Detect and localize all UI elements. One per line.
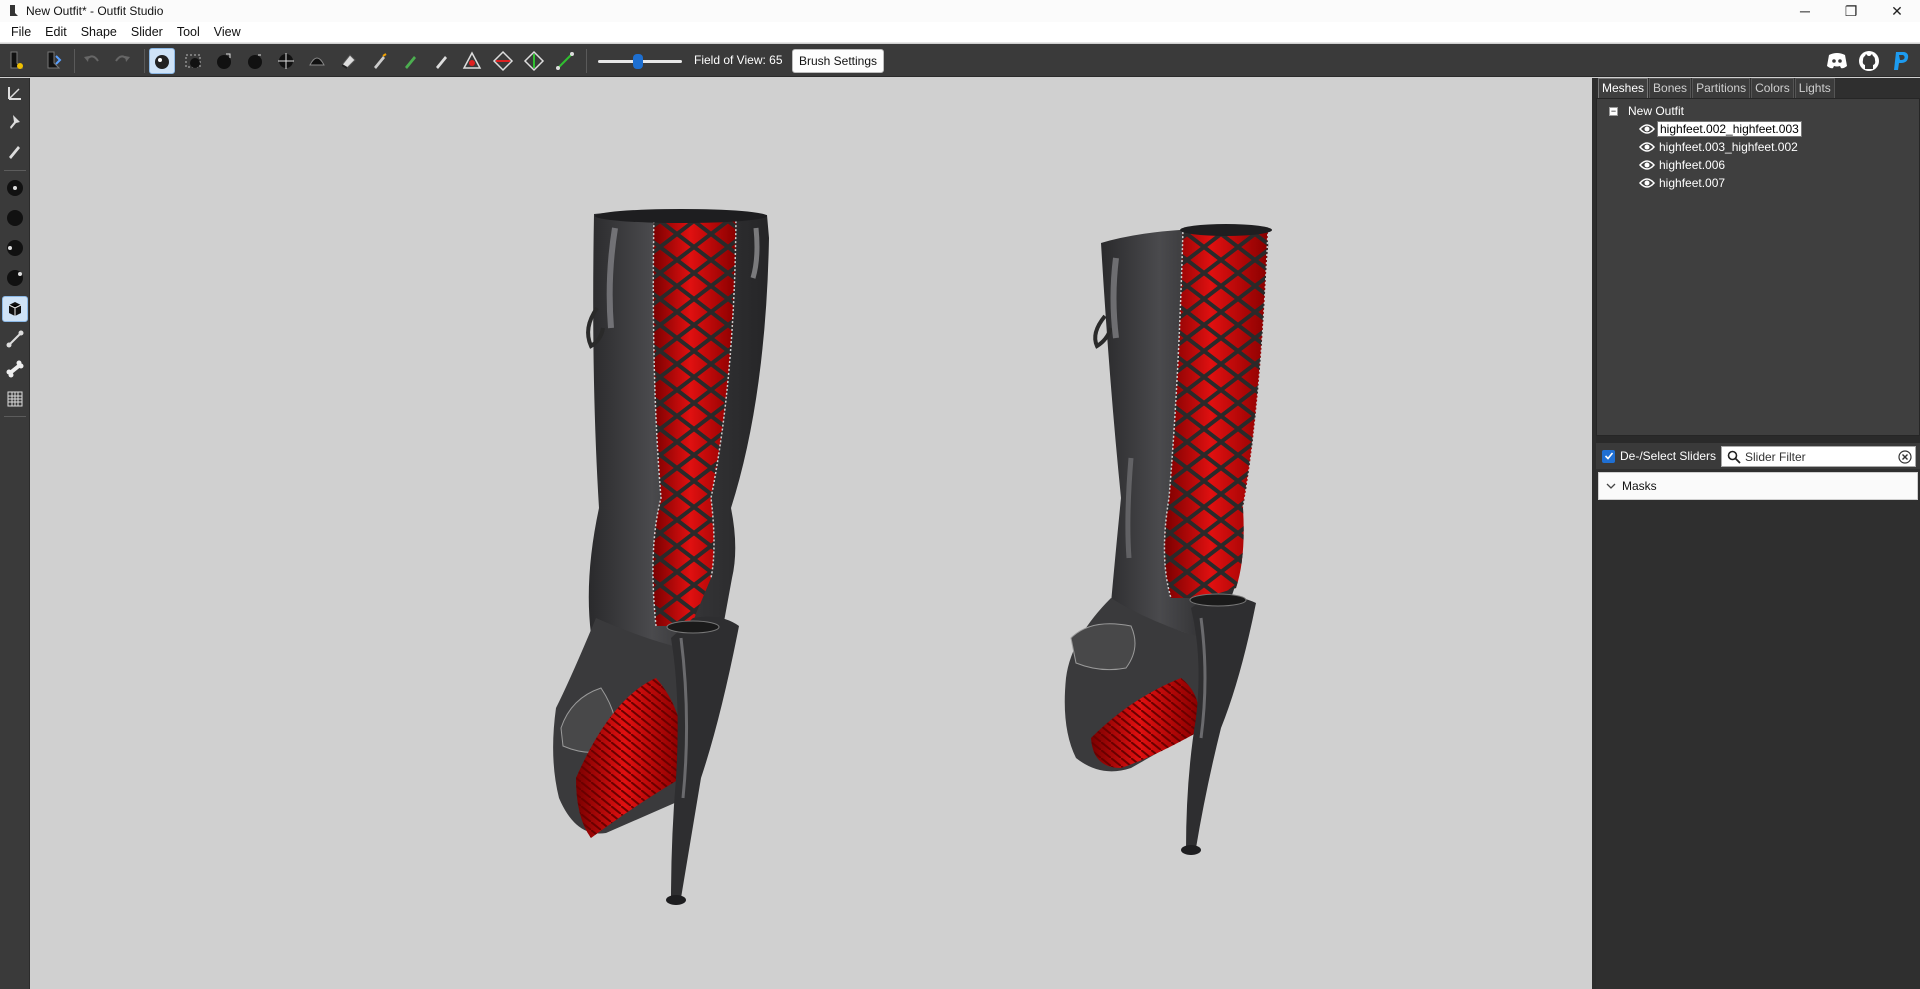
visibility-eye-icon[interactable] xyxy=(1639,123,1655,135)
restore-button[interactable]: ❐ xyxy=(1828,0,1874,22)
menu-view[interactable]: View xyxy=(207,22,248,43)
undiff-brush-icon[interactable] xyxy=(335,48,361,74)
brush-settings-button[interactable]: Brush Settings xyxy=(792,49,884,73)
tab-meshes[interactable]: Meshes xyxy=(1598,78,1649,98)
clear-icon[interactable] xyxy=(1898,450,1912,464)
brush-size-medium-icon[interactable] xyxy=(2,205,28,231)
app-icon xyxy=(10,5,18,16)
load-reference-icon[interactable] xyxy=(40,48,66,74)
fov-slider[interactable] xyxy=(598,54,682,69)
left-boot-model xyxy=(553,209,769,905)
menu-file[interactable]: File xyxy=(4,22,38,43)
discord-icon[interactable] xyxy=(1824,48,1850,74)
panel-splitter[interactable] xyxy=(1596,436,1920,443)
move-vertex-icon[interactable] xyxy=(552,48,578,74)
deflate-brush-icon[interactable] xyxy=(242,48,268,74)
paypal-icon[interactable] xyxy=(1888,48,1914,74)
tab-partitions[interactable]: Partitions xyxy=(1692,78,1751,98)
external-links xyxy=(1824,48,1914,74)
mask-brush-icon[interactable] xyxy=(180,48,206,74)
tree-root-item[interactable]: − New Outfit xyxy=(1609,104,1684,118)
edge-tool-icon[interactable] xyxy=(2,326,28,352)
masks-label: Masks xyxy=(1622,479,1657,493)
close-button[interactable]: ✕ xyxy=(1874,0,1920,22)
mesh-item-label: highfeet.003_highfeet.002 xyxy=(1659,140,1798,154)
split-edge-icon[interactable] xyxy=(521,48,547,74)
smooth-brush-icon[interactable] xyxy=(304,48,330,74)
inflate-brush-icon[interactable] xyxy=(211,48,237,74)
visibility-eye-icon[interactable] xyxy=(1639,141,1655,153)
mesh-item[interactable]: highfeet.006 xyxy=(1639,157,1727,173)
search-icon xyxy=(1727,450,1741,464)
brush-size-small-icon[interactable] xyxy=(2,175,28,201)
brush-mirror-icon[interactable] xyxy=(2,265,28,291)
mesh-item-label: highfeet.006 xyxy=(1659,158,1726,172)
color-brush-icon[interactable] xyxy=(397,48,423,74)
collapse-vertex-icon[interactable] xyxy=(459,48,485,74)
right-panel: Meshes Bones Partitions Colors Lights − … xyxy=(1596,78,1920,989)
grid-tool-icon[interactable] xyxy=(2,386,28,412)
bone-tool-icon[interactable] xyxy=(2,356,28,382)
fov-slider-thumb[interactable] xyxy=(633,54,643,69)
menu-slider[interactable]: Slider xyxy=(124,22,170,43)
mesh-item-label: highfeet.007 xyxy=(1659,176,1726,190)
window-title: New Outfit* - Outfit Studio xyxy=(26,4,164,18)
window-controls: ─ ❐ ✕ xyxy=(1782,0,1920,22)
mesh-item[interactable]: highfeet.007 xyxy=(1639,175,1727,191)
mesh-tree[interactable]: − New Outfit highfeet.002_highfeet.003 h… xyxy=(1596,98,1920,436)
move-brush-icon[interactable] xyxy=(273,48,299,74)
menu-shape[interactable]: Shape xyxy=(74,22,124,43)
weight-brush-icon[interactable] xyxy=(366,48,392,74)
undo-icon[interactable] xyxy=(78,48,104,74)
load-project-icon[interactable] xyxy=(3,48,29,74)
slider-header: De-/Select Sliders xyxy=(1596,443,1920,469)
tab-bones[interactable]: Bones xyxy=(1649,78,1692,98)
panel-tabs: Meshes Bones Partitions Colors Lights xyxy=(1596,78,1920,98)
fov-label: Field of View: 65 xyxy=(694,53,783,67)
mesh-item-label: highfeet.002_highfeet.003 xyxy=(1657,121,1802,137)
main-toolbar: Field of View: 65 Brush Settings xyxy=(0,44,1920,77)
pivot-tool-icon[interactable] xyxy=(2,109,28,135)
tree-root-label: New Outfit xyxy=(1628,104,1685,118)
redo-icon[interactable] xyxy=(110,48,136,74)
deselect-sliders-label: De-/Select Sliders xyxy=(1620,449,1717,463)
mesh-item[interactable]: highfeet.002_highfeet.003 xyxy=(1639,121,1802,137)
mesh-item[interactable]: highfeet.003_highfeet.002 xyxy=(1639,139,1800,155)
transform-tool-icon[interactable] xyxy=(2,80,28,106)
menu-tool[interactable]: Tool xyxy=(170,22,207,43)
slider-filter-box[interactable] xyxy=(1721,446,1916,467)
flip-edge-icon[interactable] xyxy=(490,48,516,74)
deselect-sliders-toggle[interactable]: De-/Select Sliders xyxy=(1602,449,1716,463)
slider-filter-input[interactable] xyxy=(1745,449,1890,464)
masks-section[interactable]: Masks xyxy=(1598,472,1918,500)
alpha-brush-icon[interactable] xyxy=(428,48,454,74)
3d-viewport[interactable] xyxy=(31,78,1592,989)
right-boot-model xyxy=(1064,224,1272,855)
visibility-eye-icon[interactable] xyxy=(1639,177,1655,189)
title-bar: New Outfit* - Outfit Studio ─ ❐ ✕ xyxy=(0,0,1920,22)
tab-lights[interactable]: Lights xyxy=(1794,78,1835,98)
viewport-scene xyxy=(553,209,1272,905)
select-brush-icon[interactable] xyxy=(149,48,175,74)
menu-edit[interactable]: Edit xyxy=(38,22,74,43)
mesh-view-icon[interactable] xyxy=(2,296,28,322)
collapse-icon[interactable]: − xyxy=(1609,106,1618,116)
github-icon[interactable] xyxy=(1856,48,1882,74)
brush-half-icon[interactable] xyxy=(2,235,28,261)
visibility-eye-icon[interactable] xyxy=(1639,159,1655,171)
left-toolbar xyxy=(0,78,30,989)
checkbox-checked-icon[interactable] xyxy=(1602,449,1615,463)
vertex-edit-icon[interactable] xyxy=(2,138,28,164)
tab-colors[interactable]: Colors xyxy=(1751,78,1794,98)
menu-bar: File Edit Shape Slider Tool View xyxy=(0,22,1920,43)
minimize-button[interactable]: ─ xyxy=(1782,0,1828,22)
chevron-down-icon xyxy=(1606,483,1616,489)
